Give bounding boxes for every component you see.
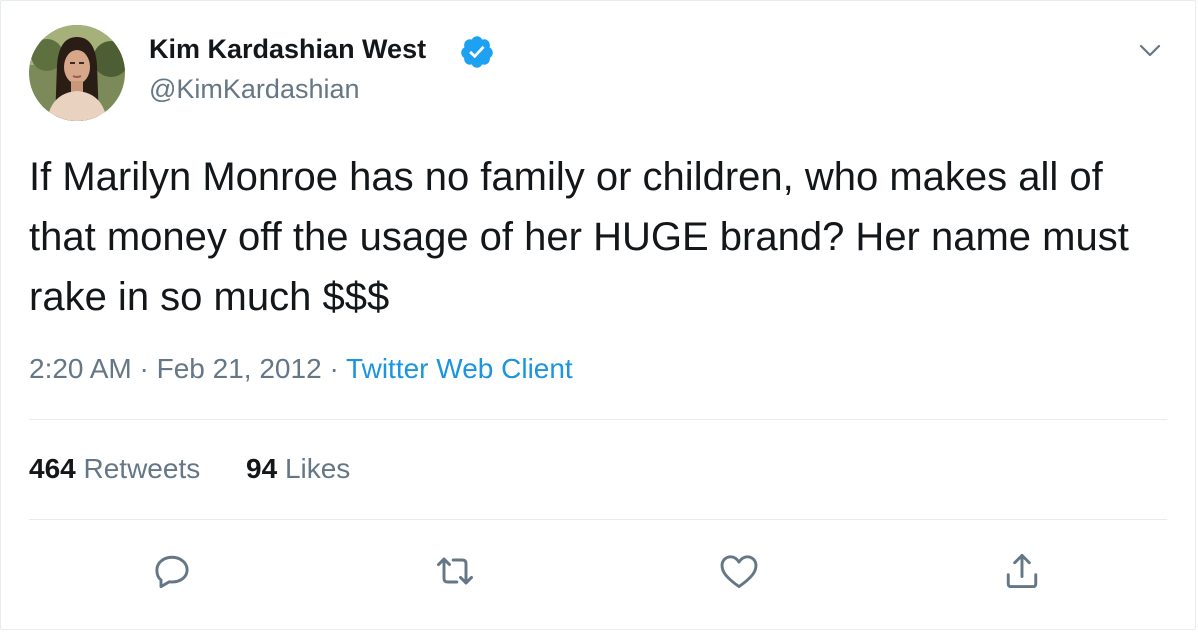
share-icon: [1006, 553, 1038, 589]
tweet-date[interactable]: Feb 21, 2012: [157, 353, 322, 384]
avatar[interactable]: [29, 25, 125, 121]
heart-icon: [720, 555, 758, 589]
reply-icon: [155, 555, 189, 589]
verified-badge-icon: [461, 36, 493, 68]
tweet-card: Kim Kardashian West @KimKardashian If Ma…: [0, 0, 1196, 630]
reply-button[interactable]: [150, 549, 194, 593]
divider: [29, 519, 1167, 520]
tweet-metadata: 2:20 AM · Feb 21, 2012 · Twitter Web Cli…: [29, 353, 573, 385]
likes-stat[interactable]: 94 Likes: [246, 453, 350, 485]
retweets-stat[interactable]: 464 Retweets: [29, 453, 200, 485]
share-button[interactable]: [1000, 549, 1044, 593]
meta-separator: ·: [329, 353, 339, 384]
user-handle[interactable]: @KimKardashian: [149, 74, 360, 105]
user-display-name[interactable]: Kim Kardashian West: [149, 34, 426, 65]
tweet-stats: 464 Retweets 94 Likes: [29, 453, 350, 485]
tweet-time[interactable]: 2:20 AM: [29, 353, 132, 384]
tweet-source-link[interactable]: Twitter Web Client: [346, 353, 573, 384]
retweet-icon: [437, 557, 473, 585]
retweets-label: Retweets: [83, 453, 201, 484]
tweet-text: If Marilyn Monroe has no family or child…: [29, 155, 1129, 319]
like-button[interactable]: [717, 549, 761, 593]
retweet-button[interactable]: [433, 549, 477, 593]
retweets-count: 464: [29, 453, 76, 484]
divider: [29, 419, 1167, 420]
likes-count: 94: [246, 453, 278, 484]
avatar-image: [29, 25, 125, 121]
likes-label: Likes: [284, 453, 351, 484]
meta-separator: ·: [139, 353, 149, 384]
chevron-down-icon[interactable]: [1135, 35, 1165, 65]
